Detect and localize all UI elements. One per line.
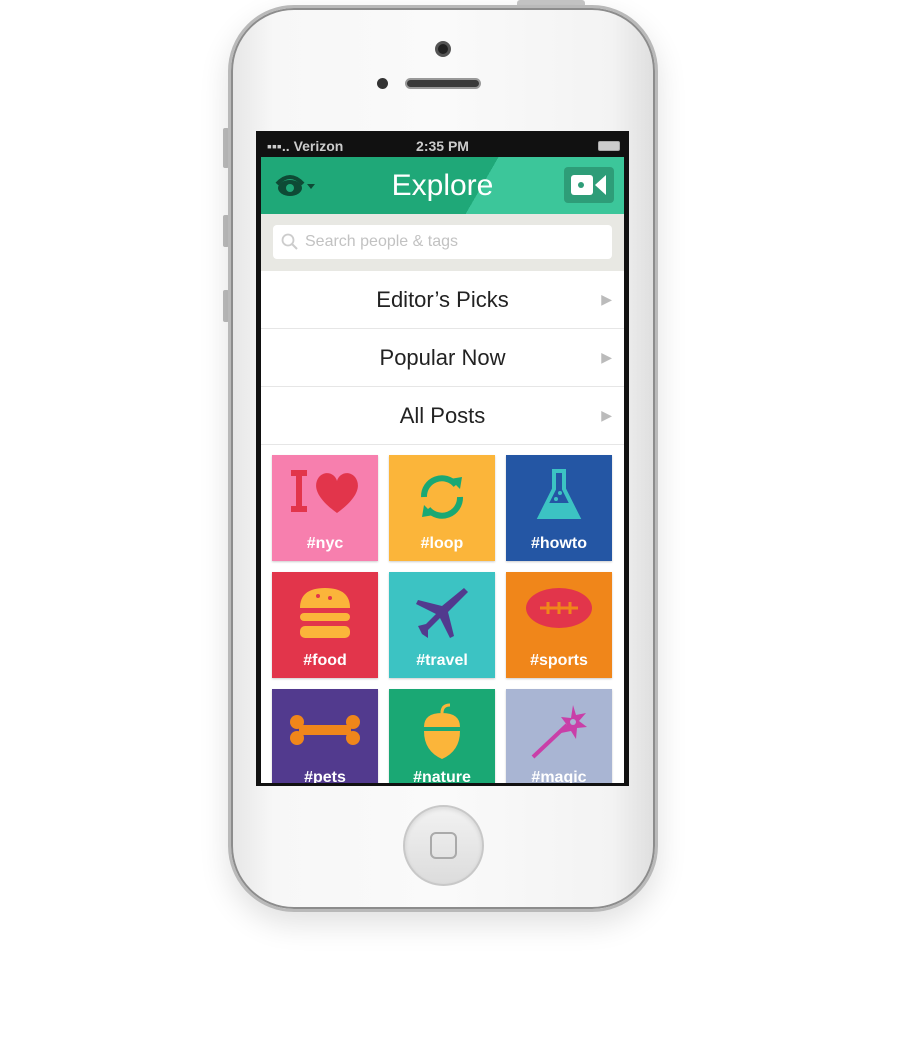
tile-loop[interactable]: #loop	[389, 455, 495, 561]
tile-label: #pets	[304, 769, 346, 783]
status-bar: ▪▪▪.. Verizon 2:35 PM	[259, 134, 626, 158]
tile-sports[interactable]: #sports	[506, 572, 612, 678]
search-input[interactable]: Search people & tags	[273, 225, 612, 259]
search-placeholder: Search people & tags	[305, 233, 458, 250]
tile-label: #magic	[531, 769, 587, 783]
tile-label: #sports	[530, 652, 588, 669]
airplane-icon	[416, 588, 468, 638]
tile-travel[interactable]: #travel	[389, 572, 495, 678]
flask-icon	[536, 469, 582, 519]
menu-label: Editor’s Picks	[376, 286, 509, 312]
clock: 2:35 PM	[416, 138, 469, 154]
football-icon	[526, 588, 592, 628]
tile-nature[interactable]: #nature	[389, 689, 495, 783]
search-icon	[281, 233, 298, 250]
acorn-icon	[424, 703, 460, 759]
channel-grid: #nyc #loop #howto #food #travel #sports …	[272, 455, 618, 783]
tile-label: #food	[303, 652, 347, 669]
search-bar: Search people & tags	[261, 214, 624, 271]
video-camera-icon[interactable]	[564, 167, 614, 203]
bone-icon	[290, 715, 360, 745]
i-love-heart-icon	[291, 470, 358, 513]
menu-label: Popular Now	[379, 344, 506, 370]
phone-screen: ▪▪▪.. Verizon 2:35 PM Explore Search peo…	[256, 131, 629, 786]
battery-icon	[598, 141, 620, 151]
menu-all-posts[interactable]: All Posts ▶	[261, 387, 624, 445]
tile-food[interactable]: #food	[272, 572, 378, 678]
tile-label: #nyc	[306, 535, 344, 552]
home-button[interactable]	[403, 805, 484, 886]
menu-label: All Posts	[399, 402, 486, 428]
nav-bar: Explore	[261, 157, 624, 214]
proximity-sensor	[377, 78, 388, 89]
tile-label: #nature	[413, 769, 471, 783]
tile-label: #howto	[531, 535, 587, 552]
tile-magic[interactable]: #magic	[506, 689, 612, 783]
chevron-right-icon: ▶	[601, 349, 612, 365]
menu-editors-picks[interactable]: Editor’s Picks ▶	[261, 271, 624, 329]
vine-app: Explore Search people & tags Editor’s Pi…	[261, 157, 624, 783]
chevron-right-icon: ▶	[601, 407, 612, 423]
menu-popular-now[interactable]: Popular Now ▶	[261, 329, 624, 387]
loop-arrows-icon	[421, 475, 463, 519]
chevron-right-icon: ▶	[601, 291, 612, 307]
burger-icon	[300, 588, 350, 638]
tile-howto[interactable]: #howto	[506, 455, 612, 561]
tile-label: #travel	[416, 652, 468, 669]
front-camera	[435, 41, 451, 57]
tile-nyc[interactable]: #nyc	[272, 455, 378, 561]
earpiece-speaker	[405, 78, 481, 89]
tile-pets[interactable]: #pets	[272, 689, 378, 783]
magic-wand-icon	[531, 705, 587, 759]
tile-label: #loop	[420, 535, 464, 552]
